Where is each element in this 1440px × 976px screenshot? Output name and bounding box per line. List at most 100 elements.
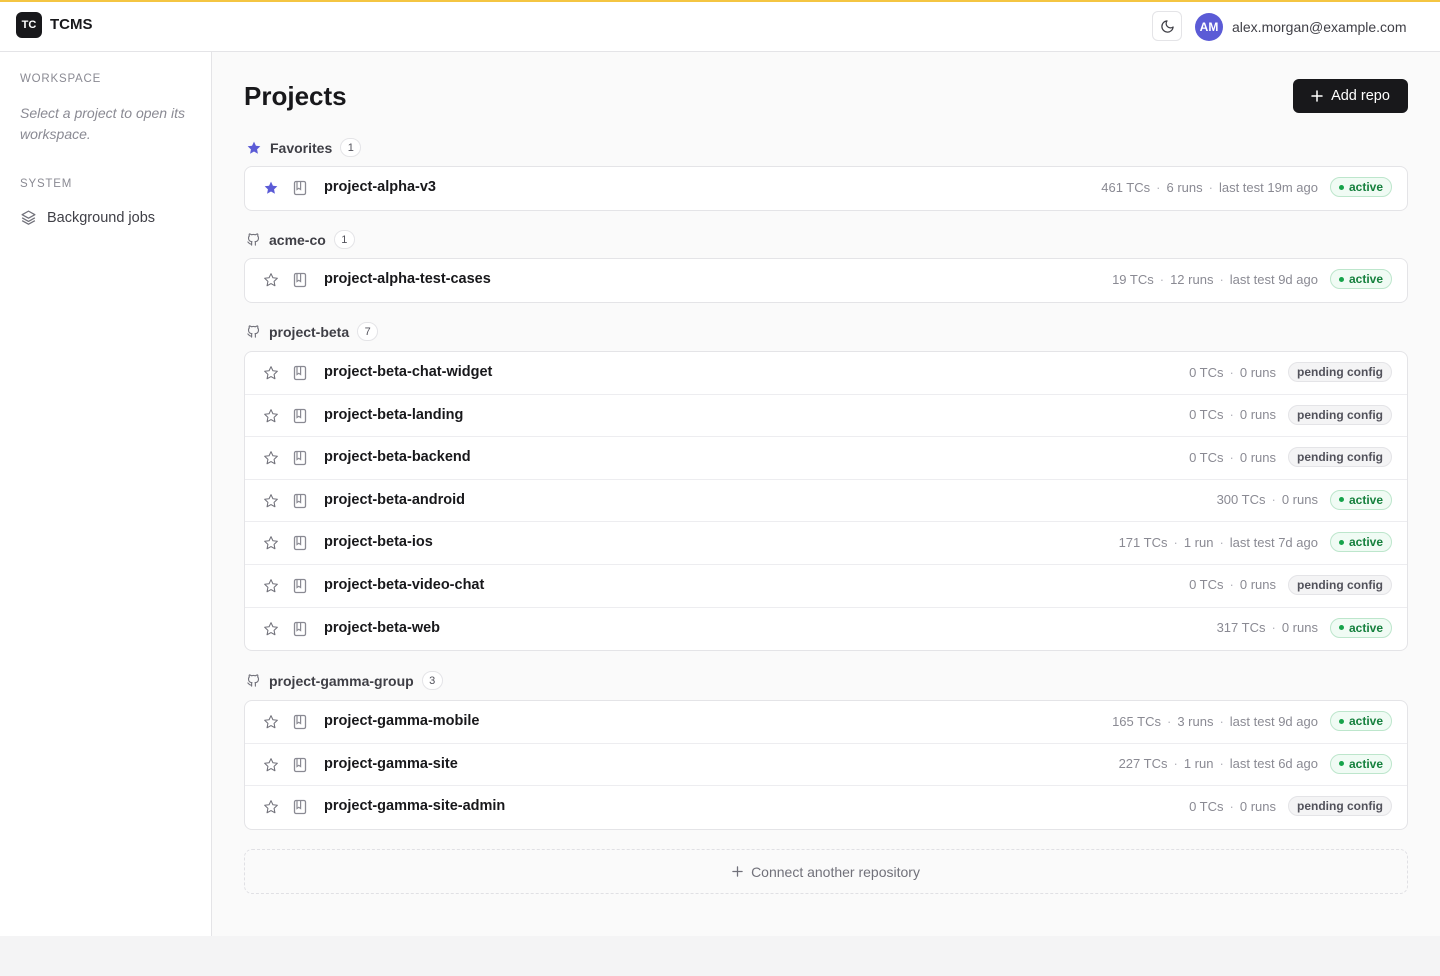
run-count: 0 runs: [1281, 492, 1318, 508]
connect-repository-button[interactable]: Connect another repository: [244, 849, 1408, 894]
layers-icon: [21, 210, 36, 225]
last-test: last test 9d ago: [1229, 713, 1318, 729]
separator-dot: ·: [1219, 756, 1224, 772]
project-name[interactable]: project-beta-video-chat: [324, 577, 484, 593]
status-badge: pending config: [1288, 362, 1392, 382]
run-count: 12 runs: [1170, 271, 1214, 287]
star-icon[interactable]: [263, 757, 279, 773]
status-badge: active: [1329, 617, 1392, 638]
project-row[interactable]: project-beta-web 317 TCs · 0 runs active: [245, 608, 1407, 651]
separator-dot: ·: [1229, 364, 1234, 380]
project-name[interactable]: project-alpha-v3: [324, 179, 436, 195]
avatar[interactable]: AM: [1195, 13, 1223, 41]
main-content: Projects Add repo Favorites 1 project-alph…: [212, 52, 1440, 936]
repo-icon: [293, 180, 307, 196]
project-stats: 19 TCs · 12 runs · last test 9d ago active: [1112, 269, 1392, 289]
tc-count: 0 TCs: [1189, 798, 1224, 814]
status-badge: active: [1329, 489, 1392, 510]
status-badge: active: [1329, 753, 1392, 774]
project-row[interactable]: project-beta-landing 0 TCs · 0 runs pending …: [245, 395, 1407, 438]
star-icon[interactable]: [263, 621, 279, 637]
run-count: 0 runs: [1239, 449, 1276, 465]
project-row[interactable]: project-gamma-site-admin 0 TCs · 0 runs pend…: [245, 786, 1407, 829]
group-name: project-beta: [269, 323, 350, 340]
last-test: last test 19m ago: [1218, 179, 1318, 195]
github-icon: [246, 324, 261, 339]
run-count: 0 runs: [1239, 577, 1276, 593]
separator-dot: ·: [1219, 534, 1224, 550]
theme-toggle-button[interactable]: [1152, 11, 1182, 41]
status-badge: pending config: [1288, 447, 1392, 468]
project-row[interactable]: project-beta-video-chat 0 TCs · 0 runs pendi…: [245, 565, 1407, 608]
tc-count: 0 TCs: [1189, 577, 1224, 593]
add-repo-button[interactable]: Add repo: [1293, 79, 1408, 113]
project-row[interactable]: project-beta-chat-widget 0 TCs · 0 runs pend…: [245, 352, 1407, 395]
project-row[interactable]: project-beta-android 300 TCs · 0 runs active: [245, 480, 1407, 523]
project-name[interactable]: project-beta-android: [324, 492, 465, 508]
star-icon[interactable]: [263, 450, 279, 466]
repo-icon: [293, 714, 307, 730]
project-row[interactable]: project-gamma-mobile 165 TCs · 3 runs · last …: [245, 701, 1407, 744]
project-row[interactable]: project-beta-ios 171 TCs · 1 run · last test …: [245, 522, 1407, 565]
last-test: last test 7d ago: [1229, 534, 1318, 550]
sidebar-item-background-jobs[interactable]: Background jobs: [20, 209, 155, 226]
project-name[interactable]: project-beta-ios: [324, 534, 433, 550]
project-list: project-gamma-mobile 165 TCs · 3 runs · last …: [244, 700, 1408, 830]
run-count: 1 run: [1183, 534, 1214, 550]
github-icon: [246, 232, 261, 247]
project-row[interactable]: project-beta-backend 0 TCs · 0 runs pending …: [245, 437, 1407, 480]
page-title: Projects: [244, 81, 347, 111]
status-badge: pending config: [1288, 574, 1392, 595]
project-stats: 461 TCs · 6 runs · last test 19m ago active: [1101, 177, 1392, 197]
github-icon: [246, 673, 261, 688]
project-row[interactable]: project-alpha-test-cases 19 TCs · 12 runs · l…: [245, 259, 1407, 302]
star-icon[interactable]: [263, 799, 279, 815]
last-test: last test 9d ago: [1229, 271, 1318, 287]
project-name[interactable]: project-gamma-site-admin: [324, 798, 505, 814]
app-logo[interactable]: TC: [16, 12, 42, 38]
separator-dot: ·: [1229, 577, 1234, 593]
system-heading: SYSTEM: [20, 178, 73, 190]
separator-dot: ·: [1166, 713, 1172, 729]
top-bar: TC TCMS AM alex.morgan@example.com: [0, 0, 1440, 52]
group-count-badge: 7: [357, 322, 379, 341]
star-icon[interactable]: [263, 408, 279, 424]
run-count: 0 runs: [1281, 620, 1318, 636]
status-badge: active: [1329, 711, 1392, 731]
star-icon[interactable]: [263, 535, 279, 551]
project-list: project-beta-chat-widget 0 TCs · 0 runs pend…: [244, 351, 1408, 652]
project-name[interactable]: project-beta-backend: [324, 449, 471, 465]
workspace-hint: Select a project to open its workspace.: [20, 105, 185, 142]
project-name[interactable]: project-gamma-site: [324, 756, 458, 772]
project-row[interactable]: project-alpha-v3 461 TCs · 6 runs · last test…: [245, 167, 1407, 210]
star-icon[interactable]: [263, 714, 279, 730]
star-icon[interactable]: [263, 493, 279, 509]
separator-dot: ·: [1208, 179, 1213, 195]
last-test: last test 6d ago: [1229, 756, 1318, 772]
project-stats: 0 TCs · 0 runs pending config: [1189, 404, 1392, 425]
tc-count: 317 TCs: [1216, 620, 1266, 636]
star-icon[interactable]: [263, 578, 279, 594]
project-name[interactable]: project-beta-web: [324, 620, 440, 636]
project-stats: 165 TCs · 3 runs · last test 9d ago active: [1112, 711, 1392, 731]
group-header: Favorites 1: [246, 138, 362, 157]
project-stats: 0 TCs · 0 runs pending config: [1189, 447, 1392, 468]
project-name[interactable]: project-beta-chat-widget: [324, 364, 492, 380]
project-name[interactable]: project-beta-landing: [324, 407, 463, 423]
moon-icon: [1160, 19, 1174, 33]
star-icon[interactable]: [263, 365, 279, 381]
star-icon[interactable]: [263, 272, 279, 288]
separator-dot: ·: [1219, 271, 1224, 287]
user-email[interactable]: alex.morgan@example.com: [1232, 19, 1407, 35]
project-name[interactable]: project-gamma-mobile: [324, 713, 480, 729]
repo-icon: [293, 408, 307, 424]
repo-icon: [293, 450, 307, 466]
app-title[interactable]: TCMS: [50, 16, 93, 33]
project-list: project-alpha-v3 461 TCs · 6 runs · last test…: [244, 166, 1408, 211]
star-filled-icon[interactable]: [263, 180, 279, 196]
tc-count: 0 TCs: [1189, 449, 1224, 465]
project-name[interactable]: project-alpha-test-cases: [324, 271, 491, 287]
project-row[interactable]: project-gamma-site 227 TCs · 1 run · last tes…: [245, 744, 1407, 787]
project-stats: 300 TCs · 0 runs active: [1217, 489, 1392, 510]
status-badge: active: [1329, 269, 1392, 289]
